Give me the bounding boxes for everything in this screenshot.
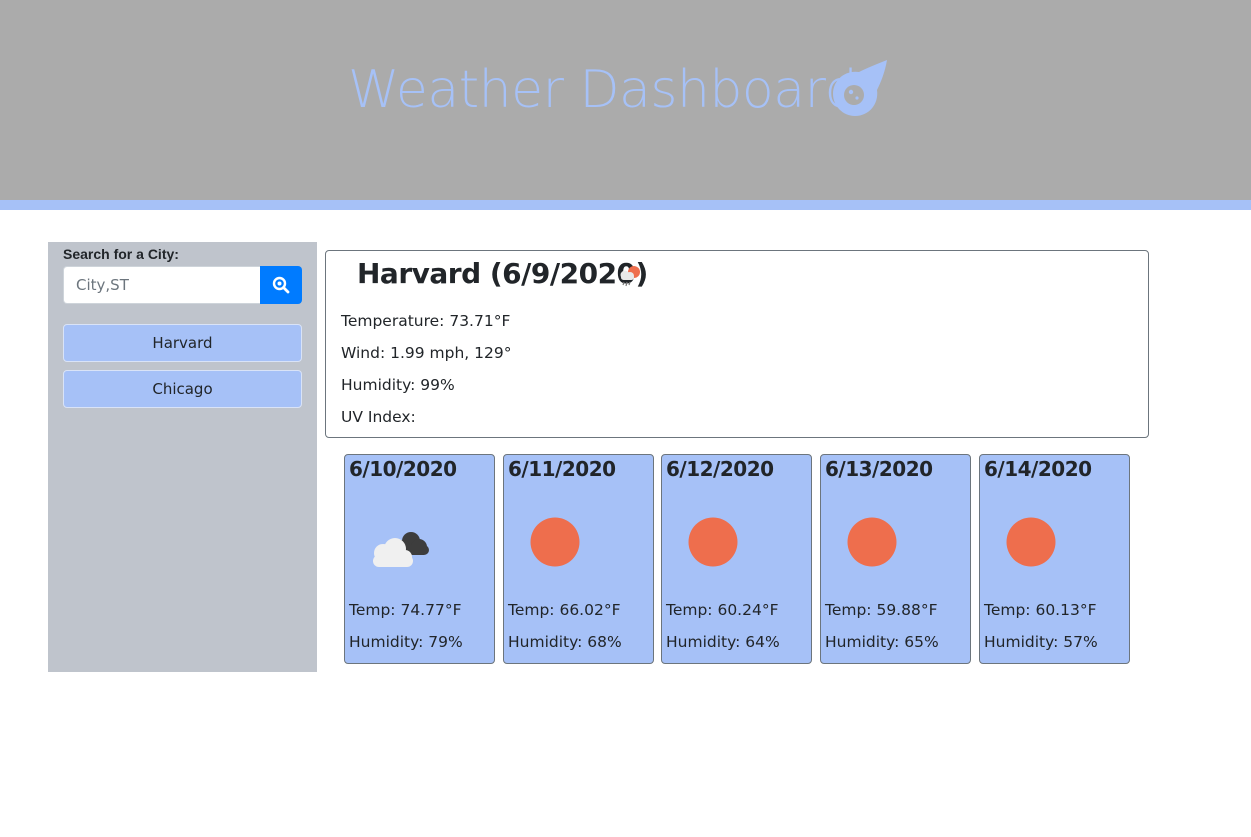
clouds-icon — [373, 532, 429, 567]
current-city-title: Harvard (6/9/2020) — [357, 256, 648, 290]
forecast-date: 6/12/2020 — [666, 457, 774, 481]
city-search-input[interactable] — [63, 266, 261, 304]
forecast-temp: Temp: 66.02°F — [508, 601, 621, 619]
forecast-date: 6/11/2020 — [508, 457, 616, 481]
search-button[interactable] — [260, 266, 302, 304]
forecast-card: 6/12/2020 Temp: 60.24°F Humidity: 64% — [661, 454, 812, 664]
sun-icon — [530, 517, 580, 567]
forecast-card: 6/10/2020 Temp: 74.77°F Humidity: 79% — [344, 454, 495, 664]
header: Weather Dashboard — [0, 0, 1251, 200]
rain-sun-icon — [620, 266, 640, 287]
forecast-humidity: Humidity: 68% — [508, 633, 622, 651]
city-history-chicago[interactable]: Chicago — [63, 370, 302, 408]
forecast-temp: Temp: 59.88°F — [825, 601, 938, 619]
forecast-temp: Temp: 60.13°F — [984, 601, 1097, 619]
current-temperature: Temperature: 73.71°F — [341, 312, 511, 330]
city-history-harvard[interactable]: Harvard — [63, 324, 302, 362]
search-label: Search for a City: — [63, 246, 179, 262]
page-title: Weather Dashboard — [348, 60, 858, 120]
current-humidity: Humidity: 99% — [341, 376, 455, 394]
forecast-date: 6/14/2020 — [984, 457, 1092, 481]
current-uv-index: UV Index: — [341, 408, 416, 426]
sidebar: Search for a City: Harvard Chicago — [48, 242, 317, 672]
current-weather-card: Harvard (6/9/2020) Temperature: 73.71°F … — [325, 250, 1149, 438]
current-wind: Wind: 1.99 mph, 129° — [341, 344, 512, 362]
forecast-humidity: Humidity: 64% — [666, 633, 780, 651]
forecast-date: 6/13/2020 — [825, 457, 933, 481]
forecast-humidity: Humidity: 57% — [984, 633, 1098, 651]
sun-icon — [688, 517, 738, 567]
forecast-humidity: Humidity: 79% — [349, 633, 463, 651]
forecast-temp: Temp: 60.24°F — [666, 601, 779, 619]
forecast-card: 6/13/2020 Temp: 59.88°F Humidity: 65% — [820, 454, 971, 664]
sun-icon — [1006, 517, 1056, 567]
forecast-card: 6/14/2020 Temp: 60.13°F Humidity: 57% — [979, 454, 1130, 664]
meteor-icon — [833, 60, 887, 116]
search-icon — [272, 276, 290, 294]
header-accent-bar — [0, 200, 1251, 210]
forecast-humidity: Humidity: 65% — [825, 633, 939, 651]
forecast-temp: Temp: 74.77°F — [349, 601, 462, 619]
forecast-card: 6/11/2020 Temp: 66.02°F Humidity: 68% — [503, 454, 654, 664]
sun-icon — [847, 517, 897, 567]
forecast-date: 6/10/2020 — [349, 457, 457, 481]
